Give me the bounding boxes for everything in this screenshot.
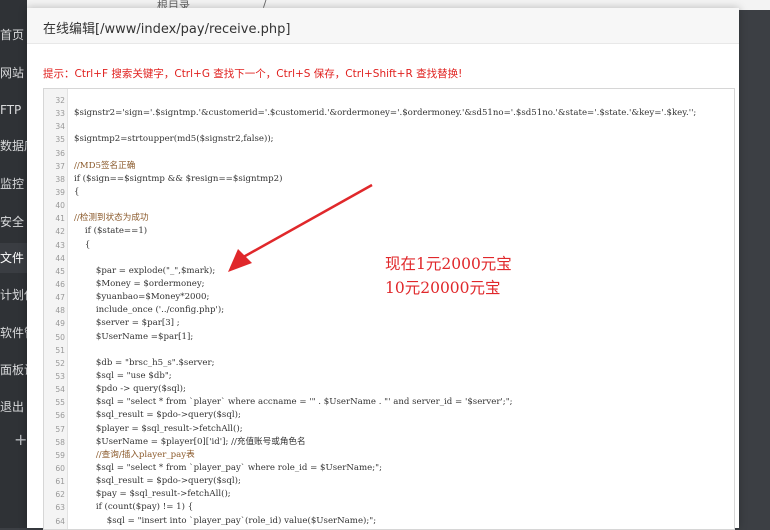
annotation-line-1: 现在1元2000元宝 bbox=[385, 255, 512, 273]
annotation-line-2: 10元20000元宝 bbox=[385, 279, 501, 297]
